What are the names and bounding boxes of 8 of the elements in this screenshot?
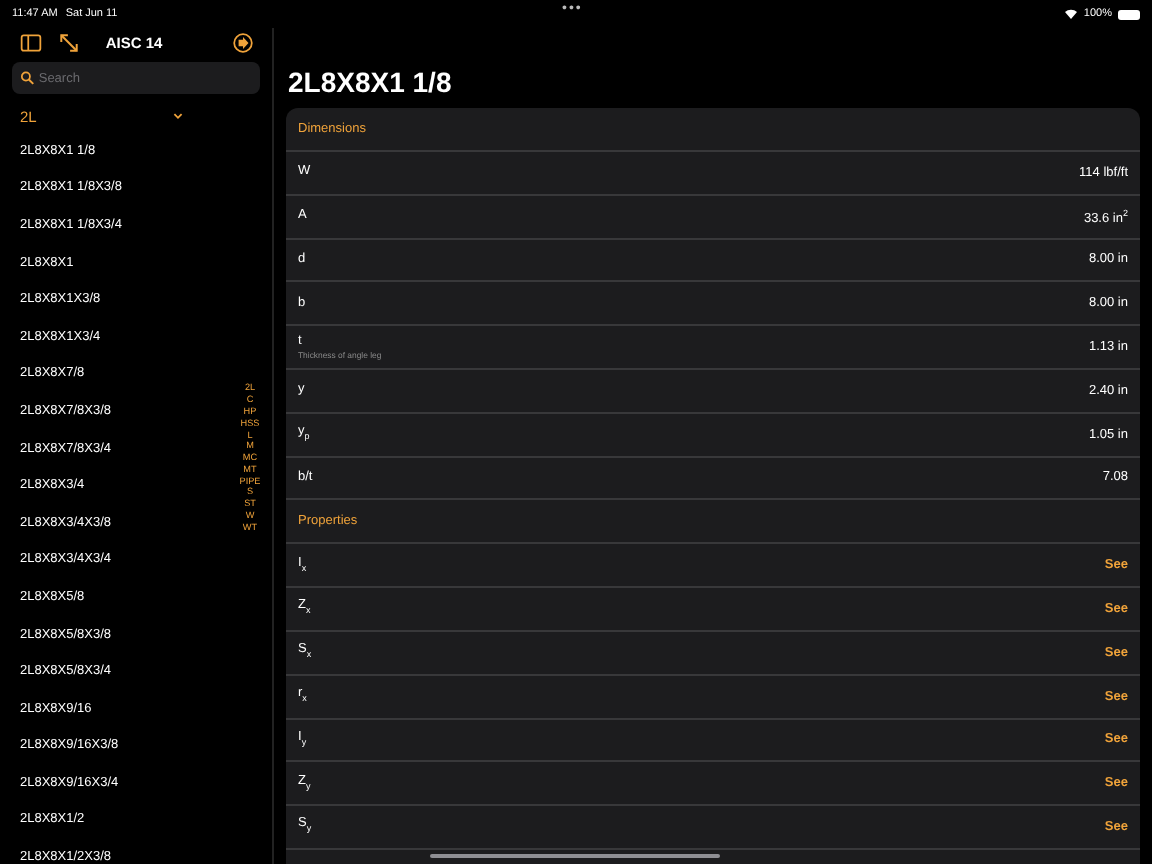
sidebar-toggle-icon[interactable]: [20, 31, 42, 53]
diagonal-arrows-icon[interactable]: [58, 31, 80, 53]
chevron-icon[interactable]: [172, 110, 184, 122]
circle-arrow-icon[interactable]: [232, 31, 254, 53]
detail-title: 2L8X8X1 1/8: [286, 64, 454, 102]
search-icon: [20, 70, 35, 86]
wifi-icon: [1063, 8, 1078, 20]
battery-icon: [1118, 9, 1140, 19]
